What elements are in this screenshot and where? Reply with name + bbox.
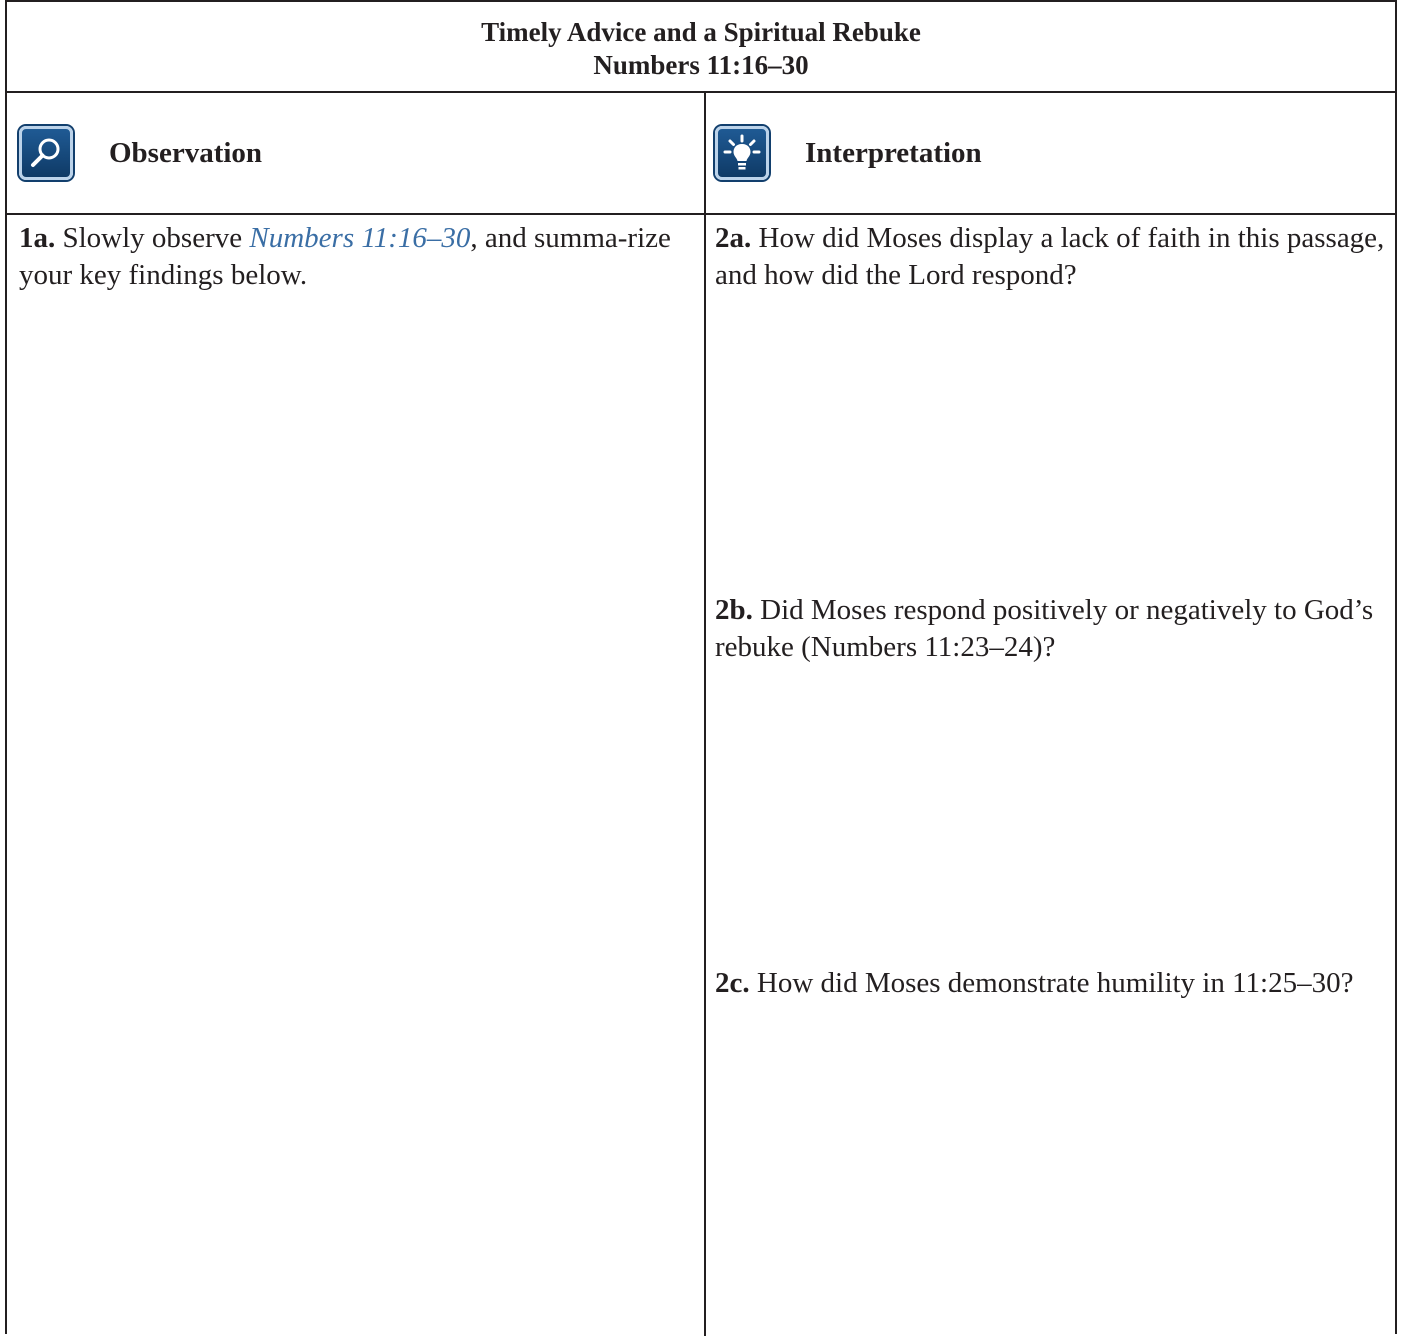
interpretation-header: Interpretation [715, 93, 982, 213]
question-number: 1a. [19, 222, 56, 254]
question-number: 2a. [715, 222, 752, 254]
question-2b: 2b. Did Moses respond positively or nega… [715, 592, 1385, 666]
scripture-reference-link[interactable]: Numbers 11:16–30 [249, 222, 470, 254]
page-title: Timely Advice and a Spiritual Rebuke [481, 17, 921, 47]
question-text: Did Moses respond positively or negative… [715, 594, 1374, 663]
question-number: 2c. [715, 967, 750, 999]
question-text: How did Moses demonstrate humility in 11… [749, 967, 1354, 999]
lightbulb-icon [715, 126, 769, 180]
column-header-row: Observation Interpretation [7, 93, 1395, 215]
study-worksheet: Timely Advice and a Spiritual Rebuke Num… [5, 0, 1397, 1336]
page-subtitle: Numbers 11:16–30 [593, 50, 809, 80]
question-2a: 2a. How did Moses display a lack of fait… [715, 220, 1385, 294]
observation-label: Observation [109, 136, 263, 169]
column-divider [704, 93, 706, 1336]
question-text: Slowly observe [55, 222, 250, 254]
magnifier-icon [19, 126, 73, 180]
question-number: 2b. [715, 594, 753, 626]
title-box: Timely Advice and a Spiritual Rebuke Num… [7, 2, 1395, 93]
question-2c: 2c. How did Moses demonstrate humility i… [715, 965, 1385, 1002]
question-1a: 1a. Slowly observe Numbers 11:16–30, and… [19, 220, 679, 294]
interpretation-label: Interpretation [805, 136, 982, 169]
observation-header: Observation [19, 93, 262, 213]
question-text: How did Moses display a lack of faith in… [715, 222, 1385, 291]
